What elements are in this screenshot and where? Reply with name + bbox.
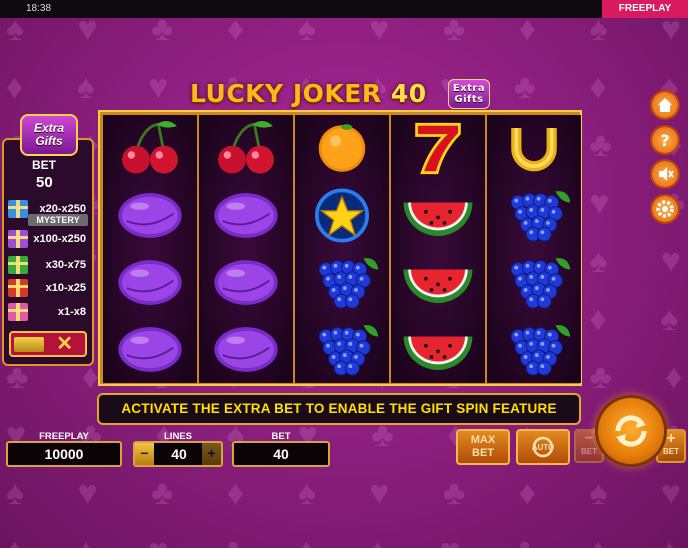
help-button[interactable]: ? [652,127,678,153]
game-title-text: LUCKY JOKER [190,79,391,108]
max-bet-line2: BET [472,447,494,459]
autoplay-button[interactable]: AUTO [516,429,570,465]
toggle-knob [14,337,44,352]
reel-5 [487,115,581,383]
plum-symbol [214,193,278,238]
lines-stepper: − 40 + [133,441,223,467]
grapes-symbol [318,325,379,376]
freeplay-badge: FREEPLAY [602,0,688,18]
orange-symbol [318,124,366,172]
game-title: LUCKY JOKER 40 Extra Gifts [190,79,500,113]
extra-gifts-logo: Extra Gifts [20,114,78,156]
gift-multiplier: x100-x250 [33,233,86,245]
gift-row: x1-x8 [8,303,90,325]
gift-multiplier: x10-x25 [45,282,86,294]
mystery-label: MYSTERY [28,214,88,226]
horseshoe-symbol [511,128,557,172]
max-bet-line1: MAX [470,434,496,446]
extra-bet-label: BET [32,158,56,172]
grapes-symbol [510,325,571,376]
cherries-symbol [122,120,178,174]
cherries-symbol [218,120,274,174]
title-badge-line1: Extra [452,83,486,94]
spin-icon [615,415,647,447]
star-symbol [315,188,369,243]
watermelon-symbol [403,336,473,370]
gift-row: x30-x75 [8,256,90,278]
plum-symbol [214,327,278,372]
gift-box-icon [8,279,28,297]
gift-row: x10-x25 [8,279,90,301]
gear-icon [656,200,674,218]
reel-area [98,110,582,386]
gift-box-icon [8,230,28,248]
plum-symbol [214,260,278,305]
gift-row: x100-x250 [8,230,90,252]
reel-3 [295,115,389,383]
reel-4 [391,115,485,383]
autoplay-label: AUTO [531,443,555,452]
clock: 18:38 [26,3,52,14]
title-badge-line2: Gifts [454,94,484,105]
lines-value: 40 [171,446,187,462]
bet-field: 40 [232,441,330,467]
sound-button[interactable] [652,161,678,187]
grapes-symbol [510,191,571,242]
game-title-number: 40 [390,79,427,108]
extra-bet-toggle[interactable]: ✕ [9,331,87,357]
plum-symbol [118,193,182,238]
gift-multiplier: x1-x8 [57,306,86,318]
grapes-symbol [318,258,379,309]
reel-1 [103,115,197,383]
lines-plus-button[interactable]: + [202,443,221,465]
info-message: ACTIVATE THE EXTRA BET TO ENABLE THE GIF… [97,393,581,425]
gift-box-icon [8,200,28,218]
game-screen: ♠ ♥ ♣ ♦ ♠ ♥ ♣ ♦ ♠ ♥ ♣ ♦ ♠ ♥ ♣ ♦ ♠ ♥ ♣ ♦ … [0,0,688,548]
reel-2 [199,115,293,383]
gift-box-icon [8,303,28,321]
extra-bet-value: 50 [36,174,53,191]
home-icon [658,98,672,112]
balance-field: 10000 [6,441,122,467]
close-icon: ✕ [56,333,73,355]
sound-off-icon [659,167,674,181]
plum-symbol [118,327,182,372]
gift-multiplier: x30-x75 [45,259,86,271]
home-button[interactable] [652,92,678,118]
spin-button[interactable] [598,398,664,464]
max-bet-button[interactable]: MAX BET [456,429,510,465]
grapes-symbol [510,258,571,309]
seven-symbol [415,122,461,175]
lines-minus-button[interactable]: − [135,443,154,465]
svg-text:?: ? [660,131,669,150]
settings-button[interactable] [652,196,678,222]
watermelon-symbol [403,269,473,303]
watermelon-symbol [403,202,473,236]
plum-symbol [118,260,182,305]
gift-box-icon [8,256,28,274]
extra-gifts-logo-line2: Gifts [35,134,63,148]
extra-gifts-title-badge: Extra Gifts [448,79,490,109]
status-bar: 18:38 FREEPLAY [0,0,688,18]
help-icon: ? [660,131,669,150]
